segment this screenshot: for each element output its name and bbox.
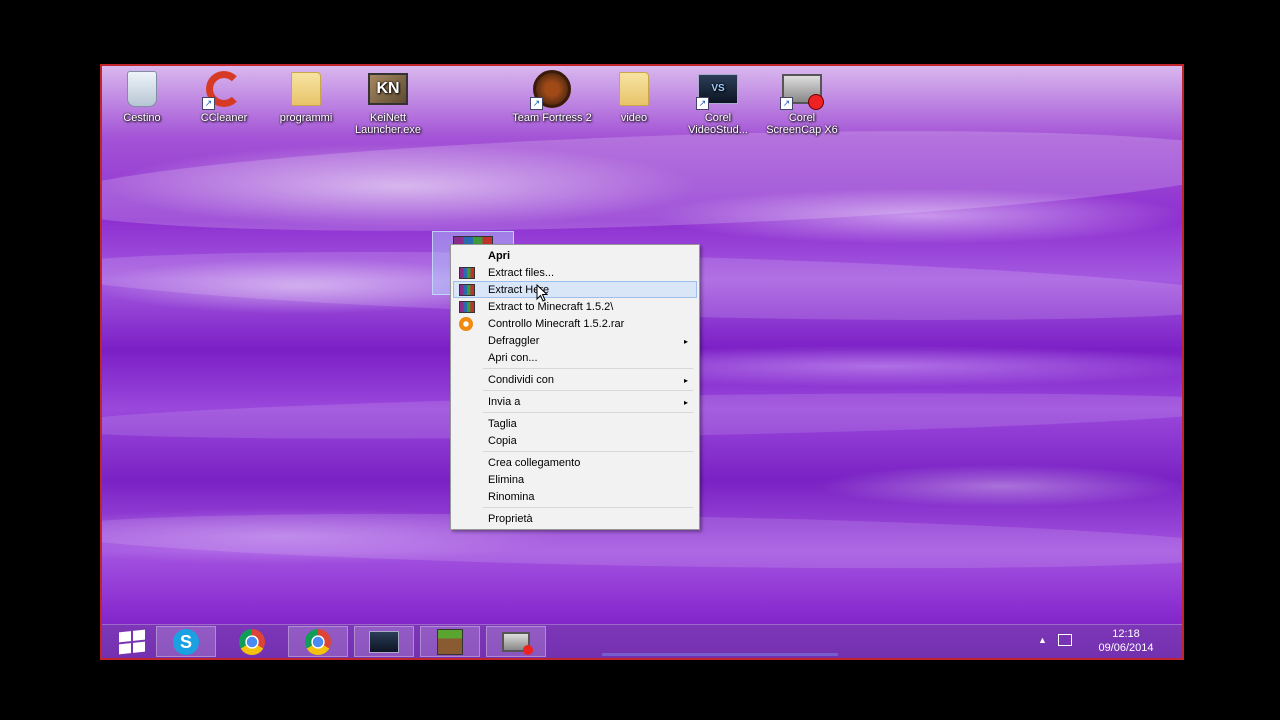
taskbar-corel-screencap-button[interactable]	[486, 626, 546, 657]
menu-item-elimina[interactable]: Elimina	[453, 471, 697, 488]
desktop-icon-team-fortress[interactable]: ↗ Team Fortress 2	[512, 70, 592, 124]
winrar-icon	[459, 284, 475, 296]
folder-icon	[286, 70, 326, 108]
menu-item-taglia[interactable]: Taglia	[453, 415, 697, 432]
corel-videostudio-icon: VS ↗	[696, 70, 738, 110]
winrar-icon	[459, 301, 475, 313]
desktop-icon-label: Corel ScreenCap X6	[766, 112, 838, 136]
submenu-arrow-icon: ▸	[683, 398, 688, 407]
submenu-arrow-icon: ▸	[683, 337, 688, 346]
menu-item-proprieta[interactable]: Proprietà	[453, 510, 697, 527]
menu-item-defraggler[interactable]: Defraggler ▸	[453, 332, 697, 349]
taskbar-progress-strip	[602, 653, 838, 656]
menu-item-controllo[interactable]: Controllo Minecraft 1.5.2.rar	[453, 315, 697, 332]
network-icon[interactable]	[1058, 634, 1072, 646]
desktop-icon-label: Cestino	[123, 112, 161, 124]
team-fortress-icon: ↗	[530, 70, 572, 110]
taskbar: S ▲ 12:18 09/06/2014	[102, 624, 1182, 658]
minecraft-grass-block-icon	[437, 628, 463, 655]
clock-time[interactable]: 12:18	[1086, 628, 1166, 640]
folder-icon	[614, 70, 654, 108]
desktop-icon-ccleaner[interactable]: ↗ CCleaner	[184, 70, 264, 124]
corel-screencap-icon	[502, 631, 533, 655]
record-dot-icon	[808, 94, 824, 110]
menu-separator	[483, 390, 693, 391]
submenu-arrow-icon: ▸	[683, 376, 688, 385]
taskbar-corel-videostudio-button[interactable]	[354, 626, 414, 657]
desktop-icon-corel-screencap[interactable]: ↗ Corel ScreenCap X6	[762, 70, 842, 136]
shortcut-arrow-icon: ↗	[530, 97, 543, 110]
taskbar-skype-button[interactable]: S	[156, 626, 216, 657]
clock-date[interactable]: 09/06/2014	[1086, 642, 1166, 654]
desktop-icon-label: CCleaner	[200, 112, 248, 124]
corel-videostudio-icon	[369, 630, 399, 653]
desktop-icon-label: KeiNett Launcher.exe	[354, 112, 422, 136]
windows-logo-icon	[119, 629, 145, 654]
skype-icon: S	[173, 628, 199, 655]
show-hidden-icons-arrow-icon[interactable]: ▲	[1038, 635, 1047, 645]
shortcut-arrow-icon: ↗	[780, 97, 793, 110]
taskbar-minecraft-button[interactable]	[420, 626, 480, 657]
winrar-icon	[459, 267, 475, 279]
menu-separator	[483, 368, 693, 369]
desktop-icon-corel-videostudio[interactable]: VS ↗ Corel VideoStud...	[678, 70, 758, 136]
desktop-icon-label: Corel VideoStud...	[688, 112, 748, 136]
menu-item-condividi-con[interactable]: Condividi con ▸	[453, 371, 697, 388]
menu-item-invia-a[interactable]: Invia a ▸	[453, 393, 697, 410]
wallpaper-wave	[102, 114, 1182, 248]
corel-screencap-icon: ↗	[780, 70, 824, 110]
desktop-icon-label: Team Fortress 2	[512, 112, 592, 124]
menu-separator	[483, 507, 693, 508]
menu-separator	[483, 412, 693, 413]
shortcut-arrow-icon: ↗	[696, 97, 709, 110]
recycle-bin-icon	[122, 70, 162, 108]
desktop-icon-recycle-bin[interactable]: Cestino	[102, 70, 182, 124]
menu-item-extract-to[interactable]: Extract to Minecraft 1.5.2\	[453, 298, 697, 315]
menu-item-extract-files[interactable]: Extract files...	[453, 264, 697, 281]
system-tray: ▲ 12:18 09/06/2014	[1032, 625, 1182, 658]
taskbar-chrome-button[interactable]	[222, 626, 282, 657]
chrome-icon	[305, 628, 331, 655]
desktop-screen: Cestino ↗ CCleaner programmi KN KeiNett …	[100, 64, 1184, 660]
menu-item-crea-collegamento[interactable]: Crea collegamento	[453, 454, 697, 471]
desktop-icon-keinett-launcher[interactable]: KN KeiNett Launcher.exe	[348, 70, 428, 136]
mouse-cursor-icon	[536, 284, 548, 302]
context-menu: Apri Extract files... Extract Here Extra…	[450, 244, 700, 530]
menu-separator	[483, 451, 693, 452]
taskbar-chrome-active-button[interactable]	[288, 626, 348, 657]
keinett-launcher-icon: KN	[368, 70, 408, 108]
ccleaner-icon: ↗	[202, 70, 244, 110]
menu-item-rinomina[interactable]: Rinomina	[453, 488, 697, 505]
chrome-icon	[239, 628, 265, 655]
menu-item-extract-here[interactable]: Extract Here	[453, 281, 697, 298]
menu-item-apri-con[interactable]: Apri con...	[453, 349, 697, 366]
desktop-icon-label: programmi	[279, 112, 333, 124]
desktop-icon-programmi[interactable]: programmi	[266, 70, 346, 124]
defraggler-icon	[459, 317, 473, 331]
shortcut-arrow-icon: ↗	[202, 97, 215, 110]
start-button[interactable]	[102, 626, 162, 657]
desktop-icon-label: video	[620, 112, 648, 124]
menu-item-apri[interactable]: Apri	[453, 247, 697, 264]
desktop-icon-video[interactable]: video	[594, 70, 674, 124]
menu-item-copia[interactable]: Copia	[453, 432, 697, 449]
